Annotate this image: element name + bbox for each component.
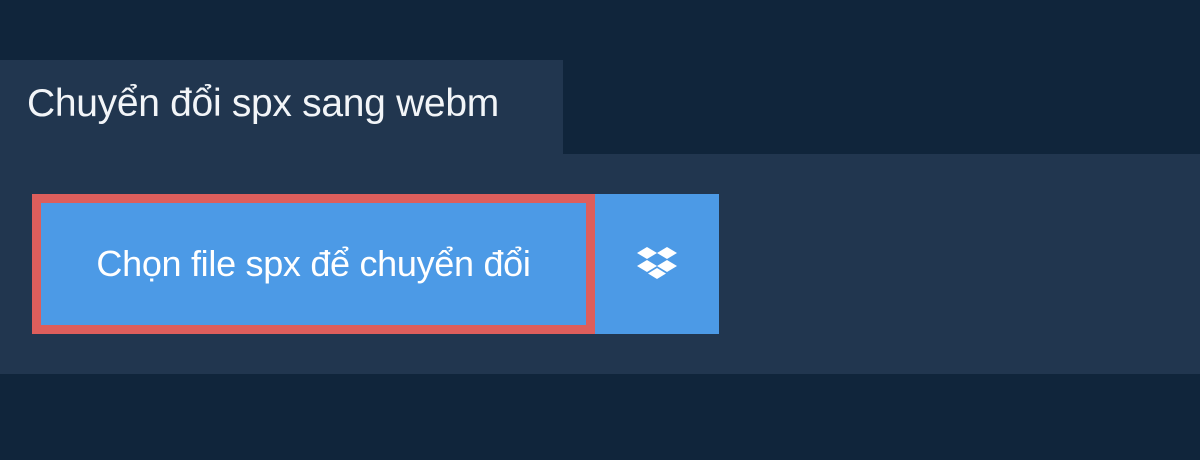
title-tab: Chuyển đổi spx sang webm bbox=[0, 60, 563, 154]
dropbox-button[interactable] bbox=[595, 194, 719, 334]
choose-file-button[interactable]: Chọn file spx để chuyển đổi bbox=[32, 194, 595, 334]
choose-file-label: Chọn file spx để chuyển đổi bbox=[96, 243, 531, 284]
dropbox-icon bbox=[636, 246, 678, 282]
page-title: Chuyển đổi spx sang webm bbox=[27, 82, 499, 125]
